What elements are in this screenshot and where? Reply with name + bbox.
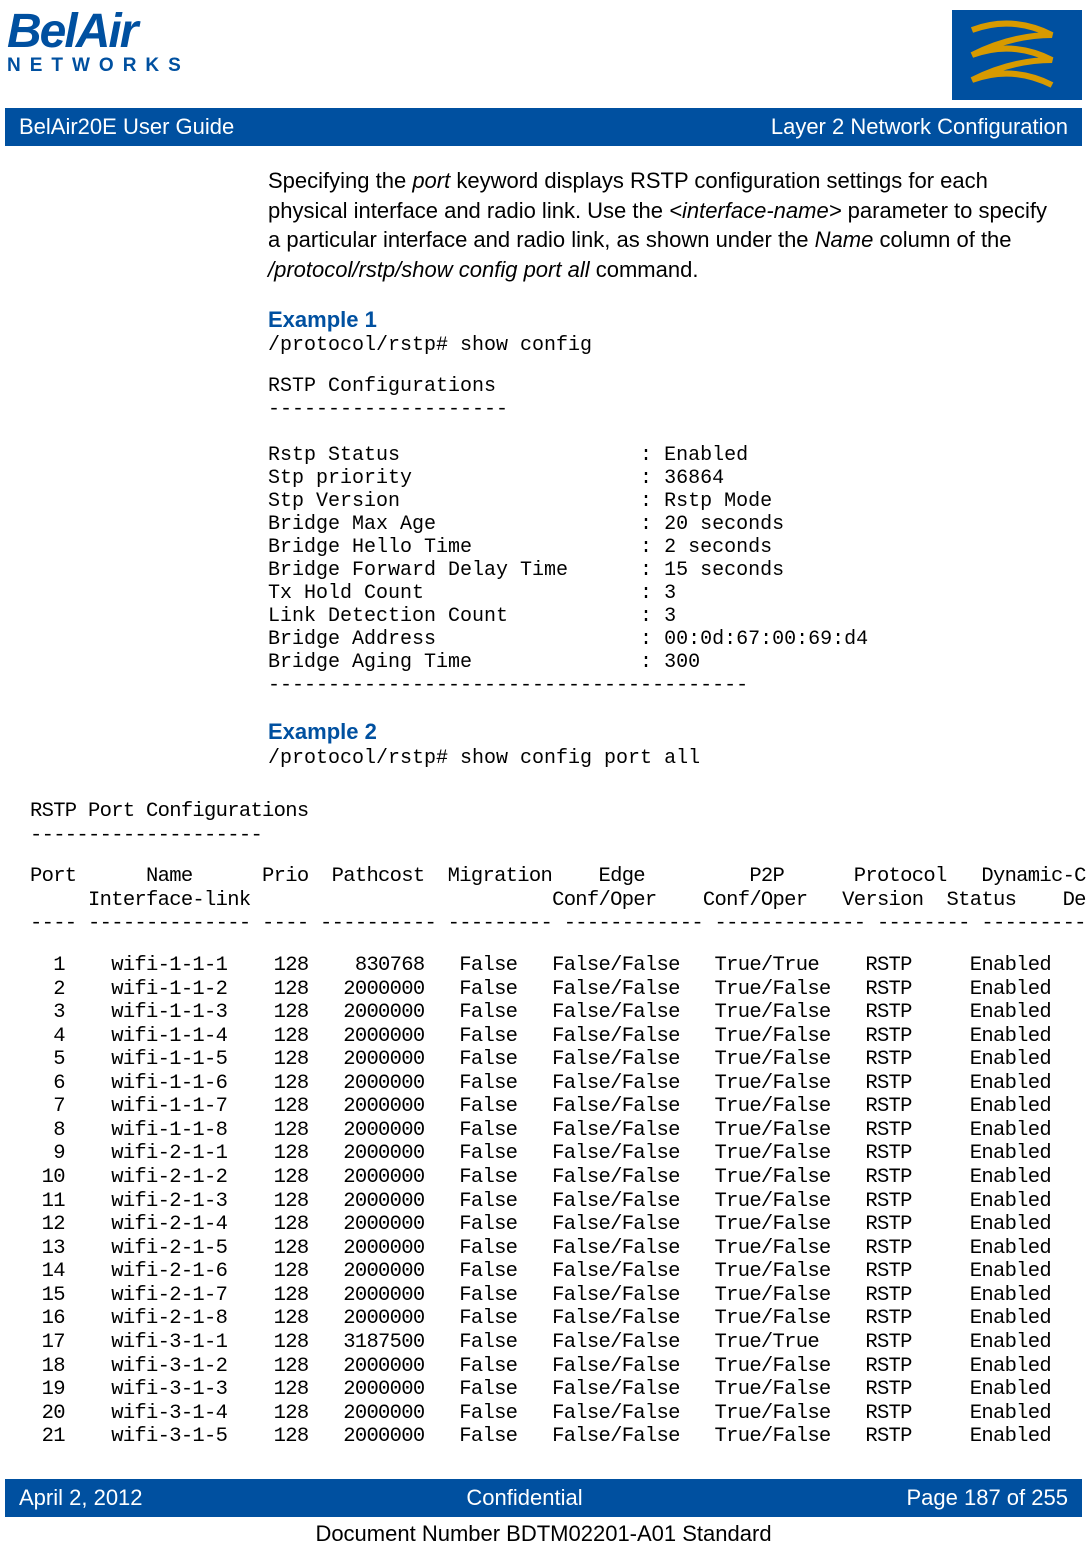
table-sep: ---- -------------- ---- ---------- ----… [30, 912, 1057, 936]
document-number: Document Number BDTM02201-A01 Standard [0, 1521, 1087, 1547]
guide-title-left: BelAir20E User Guide [19, 114, 234, 140]
logo-left: BelAir NETWORKS [5, 10, 190, 77]
table-row: 8 wifi-1-1-8 128 2000000 False False/Fal… [30, 1119, 1057, 1143]
text: command. [590, 257, 699, 282]
example1-section: Example 1 /protocol/rstp# show config RS… [268, 305, 1057, 698]
table-rows: 1 wifi-1-1-1 128 830768 False False/Fals… [30, 954, 1057, 1449]
logo-main: BelAir [7, 10, 190, 53]
footer-date: April 2, 2012 [19, 1485, 143, 1511]
logo-sub: NETWORKS [7, 55, 190, 77]
column-name: Name [815, 227, 874, 252]
table-row: 13 wifi-2-1-5 128 2000000 False False/Fa… [30, 1237, 1057, 1261]
table-head2: Interface-link Conf/Oper Conf/Oper Versi… [30, 889, 1057, 913]
guide-title-right: Layer 2 Network Configuration [771, 114, 1068, 140]
intro-paragraph: Specifying the port keyword displays RST… [268, 166, 1057, 285]
example2-cmd: /protocol/rstp# show config port all [268, 747, 1057, 770]
table-row: 10 wifi-2-1-2 128 2000000 False False/Fa… [30, 1166, 1057, 1190]
table-row: 2 wifi-1-1-2 128 2000000 False False/Fal… [30, 978, 1057, 1002]
logo-swirl-icon [952, 10, 1082, 100]
table-title: RSTP Port Configurations [30, 800, 1057, 824]
table-row: 21 wifi-3-1-5 128 2000000 False False/Fa… [30, 1425, 1057, 1449]
example2-header-section: Example 2 /protocol/rstp# show config po… [268, 717, 1057, 770]
table-row: 11 wifi-2-1-3 128 2000000 False False/Fa… [30, 1190, 1057, 1214]
table-row: 6 wifi-1-1-6 128 2000000 False False/Fal… [30, 1072, 1057, 1096]
table-row: 4 wifi-1-1-4 128 2000000 False False/Fal… [30, 1025, 1057, 1049]
table-row: 5 wifi-1-1-5 128 2000000 False False/Fal… [30, 1048, 1057, 1072]
table-row: 17 wifi-3-1-1 128 3187500 False False/Fa… [30, 1331, 1057, 1355]
table-title-sep: -------------------- [30, 824, 1057, 848]
title-bar: BelAir20E User Guide Layer 2 Network Con… [5, 108, 1082, 146]
keyword-port: port [412, 168, 450, 193]
table-row: 12 wifi-2-1-4 128 2000000 False False/Fa… [30, 1213, 1057, 1237]
example1-heading: Example 1 [268, 305, 1057, 335]
table-row: 7 wifi-1-1-7 128 2000000 False False/Fal… [30, 1095, 1057, 1119]
example2-heading: Example 2 [268, 717, 1057, 747]
example1-cmd: /protocol/rstp# show config [268, 334, 1057, 357]
footer-bar: April 2, 2012 Confidential Page 187 of 2… [5, 1479, 1082, 1517]
text: column of the [873, 227, 1011, 252]
table-row: 18 wifi-3-1-2 128 2000000 False False/Fa… [30, 1355, 1057, 1379]
header: BelAir NETWORKS [0, 0, 1087, 100]
rstp-port-table: RSTP Port Configurations ---------------… [30, 800, 1057, 1449]
table-row: 14 wifi-2-1-6 128 2000000 False False/Fa… [30, 1260, 1057, 1284]
text: Specifying the [268, 168, 412, 193]
footer-page: Page 187 of 255 [907, 1485, 1068, 1511]
footer-conf: Confidential [466, 1485, 582, 1511]
table-row: 16 wifi-2-1-8 128 2000000 False False/Fa… [30, 1307, 1057, 1331]
example1-output: RSTP Configurations --------------------… [268, 375, 1057, 697]
command-path: /protocol/rstp/show config port all [268, 257, 590, 282]
table-row: 15 wifi-2-1-7 128 2000000 False False/Fa… [30, 1284, 1057, 1308]
table-row: 20 wifi-3-1-4 128 2000000 False False/Fa… [30, 1402, 1057, 1426]
param-interface-name: <interface-name> [669, 198, 841, 223]
table-row: 9 wifi-2-1-1 128 2000000 False False/Fal… [30, 1142, 1057, 1166]
table-row: 3 wifi-1-1-3 128 2000000 False False/Fal… [30, 1001, 1057, 1025]
table-row: 1 wifi-1-1-1 128 830768 False False/Fals… [30, 954, 1057, 978]
content: Specifying the port keyword displays RST… [0, 146, 1087, 1449]
table-row: 19 wifi-3-1-3 128 2000000 False False/Fa… [30, 1378, 1057, 1402]
table-head1: Port Name Prio Pathcost Migration Edge P… [30, 865, 1057, 889]
